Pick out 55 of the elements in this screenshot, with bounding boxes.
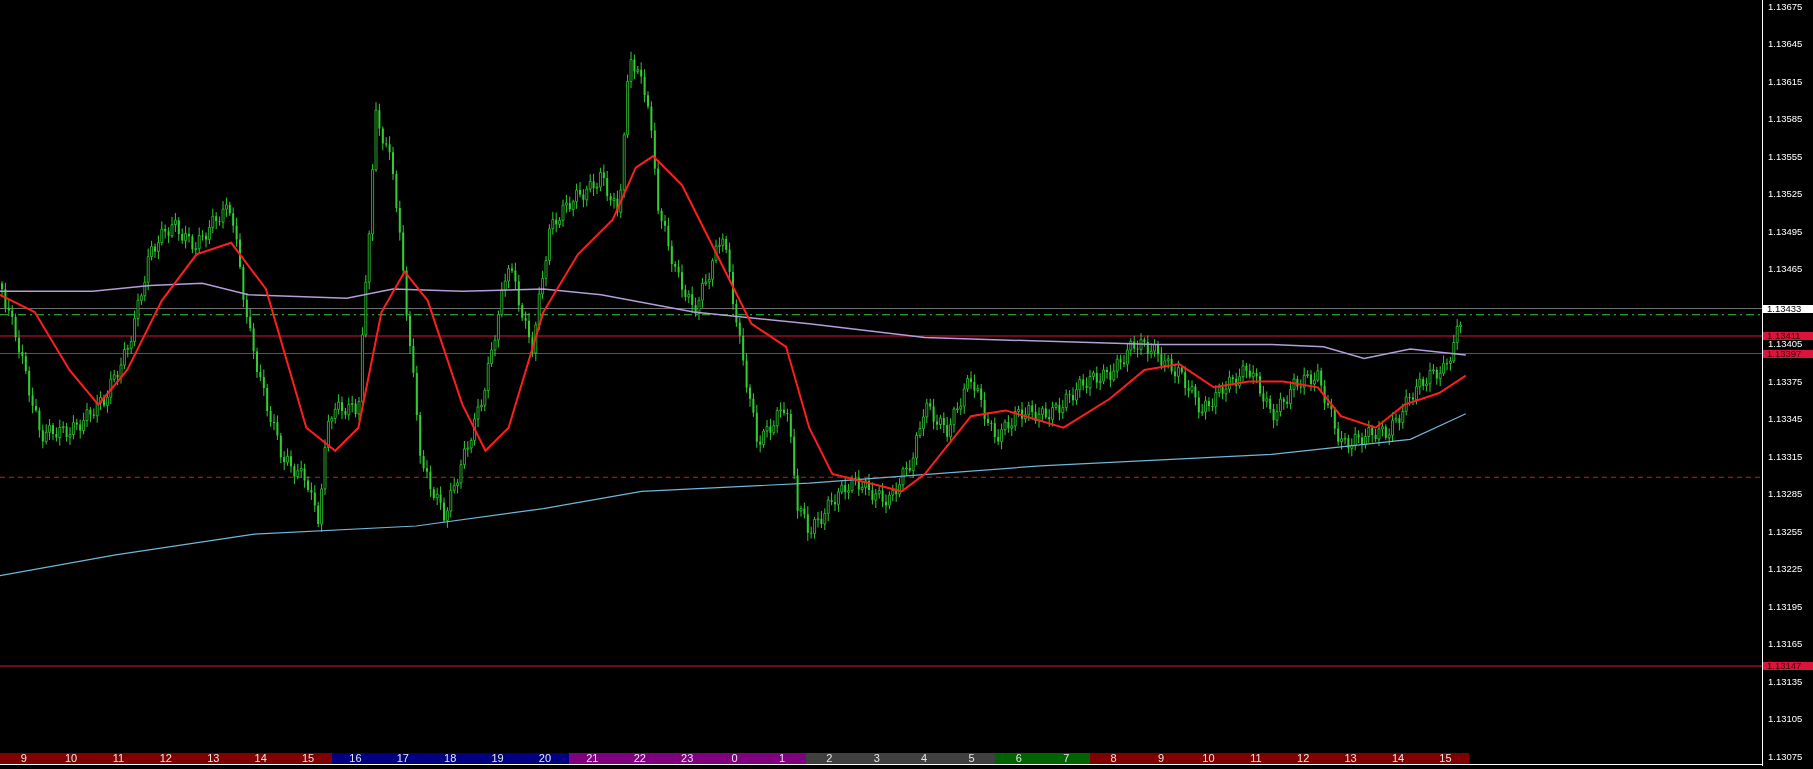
price-tick-label: 1.13375 [1768,377,1803,385]
session-hour-cell: 6 [995,753,1043,764]
price-tick-label: 1.13525 [1768,190,1803,197]
price-marker-label: 1.13397 [1763,349,1813,358]
price-tick-label: 1.13255 [1768,527,1803,535]
session-hour-cell: 14 [236,753,285,764]
session-hour-cell: 14 [1374,753,1422,764]
session-hour-cell: 16 [331,753,380,764]
price-marker-label: 1.13433 [1763,304,1813,313]
price-tick-label: 1.13675 [1768,2,1803,10]
session-hour-cell: 8 [1090,753,1138,764]
price-marker-label: 1.13411 [1763,332,1813,340]
price-tick-label: 1.13165 [1768,640,1803,647]
session-hour-cell: 3 [853,753,901,764]
session-hour-cell: 9 [0,753,48,764]
price-tick-label: 1.13615 [1768,77,1803,85]
session-hour-cell: 15 [1421,753,1470,764]
session-hour-cell: 11 [94,753,143,764]
session-hour-cell: 2 [805,753,854,764]
price-tick-label: 1.13495 [1768,227,1803,235]
session-hour-cell: 4 [900,753,948,764]
session-hour-cell: 10 [1184,753,1233,764]
session-hour-cell: 0 [710,753,759,764]
price-tick-label: 1.13135 [1768,677,1803,685]
session-hour-cell: 12 [1279,753,1327,764]
price-tick-label: 1.13345 [1768,415,1803,422]
price-tick-label: 1.13075 [1768,752,1803,760]
session-hour-cell: 17 [379,753,427,764]
price-tick-label: 1.13285 [1768,490,1803,497]
session-hour-cell: 19 [473,753,522,764]
session-hour-cell: 15 [284,753,332,764]
price-tick-label: 1.13405 [1768,340,1803,347]
price-tick-label: 1.13105 [1768,715,1803,722]
session-hour-cell: 12 [142,753,190,764]
session-hour-cell: 9 [1137,753,1185,764]
price-tick-label: 1.13585 [1768,115,1803,122]
session-hour-cell: 20 [521,753,569,764]
session-hour-cell: 5 [947,753,996,764]
price-tick-label: 1.13195 [1768,602,1803,610]
session-hour-cell: 13 [189,753,237,764]
price-tick-label: 1.13315 [1768,452,1803,460]
session-hour-cell: 11 [1232,753,1280,764]
price-marker-label: 1.13147 [1763,662,1813,670]
session-hour-cell: 18 [426,753,474,764]
session-hour-cell: 7 [1042,753,1090,764]
price-tick-label: 1.13465 [1768,265,1803,272]
session-hour-cell: 23 [663,753,711,764]
price-tick-label: 1.13225 [1768,565,1803,572]
price-tick-label: 1.13645 [1768,40,1803,47]
session-hour-cell: 22 [616,753,664,764]
session-hour-cell: 1 [758,753,806,764]
session-hour-cell: 13 [1326,753,1375,764]
price-tick-label: 1.13555 [1768,152,1803,160]
session-hour-cell: 10 [47,753,95,764]
session-hour-cell: 21 [568,753,617,764]
